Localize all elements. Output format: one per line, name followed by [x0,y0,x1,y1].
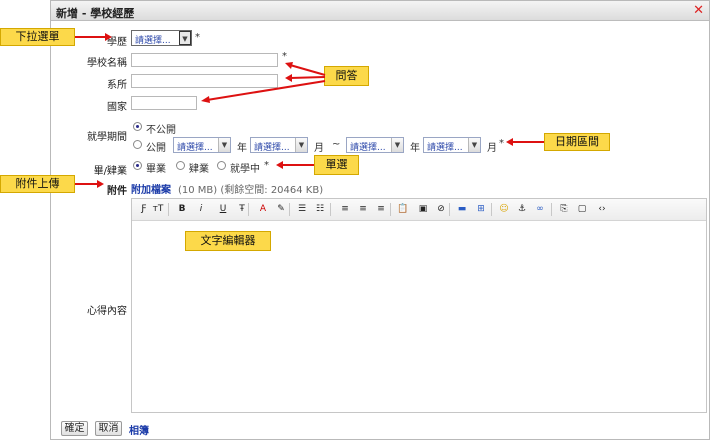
country-label: 國家 [107,102,127,113]
image-icon[interactable]: ▣ [416,203,430,216]
range-tilde: ~ [332,139,341,150]
annotation-single-choice: 單選 [314,155,359,175]
no-format-icon[interactable]: ⊘ [434,203,448,216]
degree-select[interactable]: 請選擇... ▼ [131,30,192,46]
fullscreen-icon[interactable]: ▢ [575,203,589,216]
end-year-select[interactable]: 請選擇... ▼ [346,137,404,153]
status-graduated-radio[interactable] [133,161,142,170]
arrow [75,36,108,38]
annotation-editor: 文字編輯器 [185,231,271,251]
arrow-head [97,180,104,188]
annotation-upload: 附件上傳 [0,175,75,193]
align-left-icon[interactable]: ≡ [338,203,352,216]
annotation-date-range: 日期區間 [544,133,610,151]
unordered-list-icon[interactable]: ☷ [313,203,327,216]
content-label: 心得內容 [87,306,127,317]
year-unit-2: 年 [410,143,420,154]
status-dropout-radio[interactable] [176,161,185,170]
qa-arrows [201,62,326,103]
school-label: 學校名稱 [87,58,127,69]
attachment-quota: (10 MB) (剩餘空間: 20464 KB) [178,185,324,196]
toolbar-separator [168,203,169,216]
emoji-icon[interactable]: ☺ [497,203,511,216]
month-unit: 月 [314,143,324,154]
chevron-down-icon: ▼ [468,138,480,152]
year-unit: 年 [237,143,247,154]
album-link[interactable]: 相簿 [129,422,149,437]
start-month-value: 請選擇... [254,143,290,153]
period-public-label: 公開 [146,143,166,154]
toolbar-separator [449,203,450,216]
period-label: 就學期間 [87,132,127,143]
status-graduated-label: 畢業 [146,164,166,175]
dialog-titlebar: 新增 - 學校經歷 ✕ [51,1,709,21]
end-month-select[interactable]: 請選擇... ▼ [423,137,481,153]
period-private-label: 不公開 [146,125,176,136]
chevron-down-icon: ▼ [179,31,191,45]
table-icon[interactable]: ⊞ [474,203,488,216]
toolbar-separator [289,203,290,216]
annotation-qa: 問答 [324,66,369,86]
start-year-value: 請選擇... [177,143,213,153]
department-label: 系所 [107,80,127,91]
link-icon[interactable]: ∞ [533,203,547,216]
paste-icon[interactable]: 📋 [396,203,410,216]
font-size-icon[interactable]: тT [151,203,165,216]
ordered-list-icon[interactable]: ☰ [295,203,309,216]
cancel-button[interactable]: 取消 [95,421,122,436]
source-icon[interactable]: ‹› [595,203,609,216]
format-icon[interactable]: Ƒ [137,203,151,216]
attach-file-link[interactable]: 附加檔案 [131,181,171,196]
annotation-dropdown: 下拉選單 [0,28,75,46]
chevron-down-icon: ▼ [295,138,307,152]
end-year-value: 請選擇... [350,143,386,153]
arrow [282,164,314,166]
media-icon[interactable]: ▬ [455,203,469,216]
dialog-title: 新增 - 學校經歷 [56,7,135,20]
editor-toolbar: ƑтT Bi U Ŧ A ✎ ☰ ☷ ≡ ≡ ≡ 📋 ▣ ⊘ ▬ ⊞ ☺ ⚓ ∞ ⎘ ▢ ‹› [132,199,706,221]
country-input[interactable] [131,96,197,110]
align-center-icon[interactable]: ≡ [356,203,370,216]
italic-icon[interactable]: i [194,203,208,216]
period-required-mark: * [499,138,504,149]
toolbar-separator [390,203,391,216]
toolbar-separator [491,203,492,216]
bold-icon[interactable]: B [175,203,189,216]
degree-required-mark: * [195,32,200,43]
end-month-value: 請選擇... [427,143,463,153]
strikethrough-icon[interactable]: Ŧ [235,203,249,216]
anchor-icon[interactable]: ⚓ [515,203,529,216]
arrow-head [506,138,513,146]
period-private-radio[interactable] [133,122,142,131]
underline-icon[interactable]: U [216,203,230,216]
start-month-select[interactable]: 請選擇... ▼ [250,137,308,153]
close-icon[interactable]: ✕ [693,3,704,18]
arrow-head [276,161,283,169]
status-studying-radio[interactable] [217,161,226,170]
toolbar-separator [330,203,331,216]
toolbar-separator [551,203,552,216]
start-year-select[interactable]: 請選擇... ▼ [173,137,231,153]
arrow-head [105,33,112,41]
arrow [512,141,544,143]
period-public-radio[interactable] [133,140,142,149]
status-required-mark: * [264,160,269,171]
status-dropout-label: 肄業 [189,164,209,175]
degree-select-value: 請選擇... [135,36,171,46]
align-right-icon[interactable]: ≡ [374,203,388,216]
chevron-down-icon: ▼ [391,138,403,152]
text-color-icon[interactable]: A [256,203,270,216]
chevron-down-icon: ▼ [218,138,230,152]
month-unit-2: 月 [487,143,497,154]
confirm-button[interactable]: 確定 [61,421,88,436]
insert-file-icon[interactable]: ⎘ [557,203,571,216]
highlight-icon[interactable]: ✎ [274,203,288,216]
add-school-dialog: 新增 - 學校經歷 ✕ 學歷 請選擇... ▼ * 學校名稱 * 系所 國家 就… [50,0,710,440]
status-studying-label: 就學中 [230,164,260,175]
